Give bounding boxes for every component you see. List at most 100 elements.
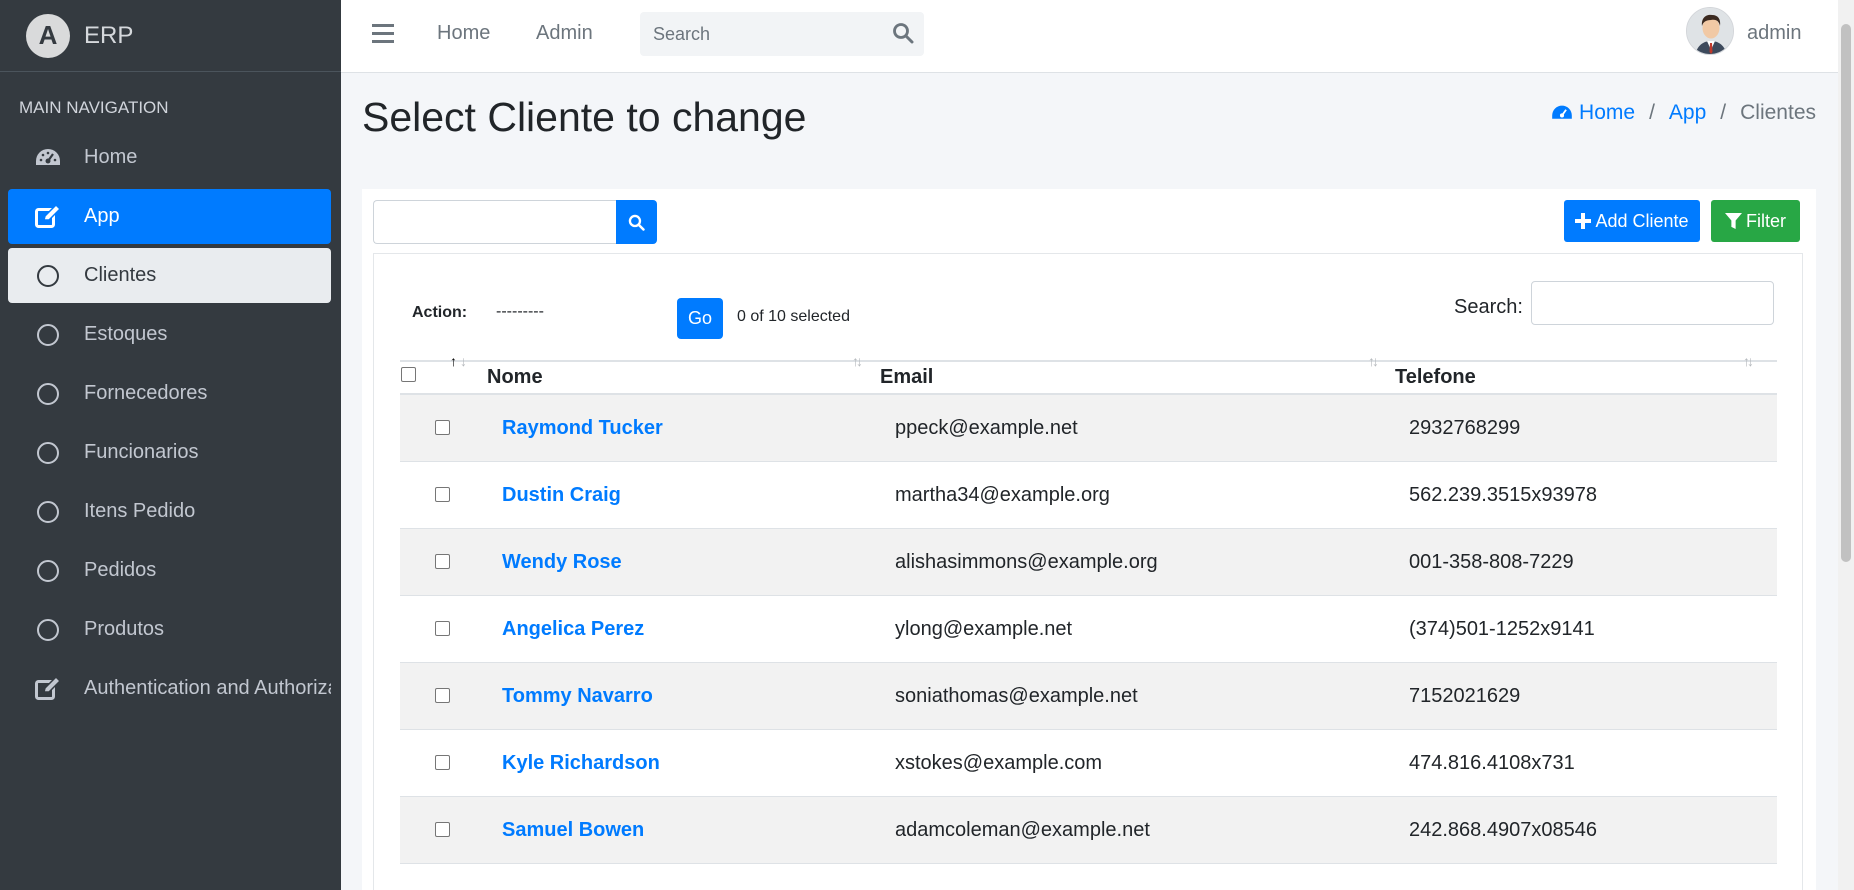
sort-icon[interactable]: ↑↓ bbox=[852, 353, 863, 369]
circle-icon bbox=[34, 616, 62, 644]
edit-icon bbox=[34, 675, 62, 703]
scrollbar-thumb[interactable] bbox=[1841, 24, 1851, 562]
sidebar-item-label: Pedidos bbox=[84, 559, 157, 581]
cliente-telefone: 2932768299 bbox=[1409, 417, 1521, 439]
sidebar-item-app[interactable]: App bbox=[8, 189, 331, 244]
breadcrumb-app[interactable]: App bbox=[1669, 101, 1706, 125]
cliente-email: martha34@example.org bbox=[895, 484, 1110, 506]
sidebar-item-label: Fornecedores bbox=[84, 382, 208, 404]
dashboard-icon bbox=[34, 144, 62, 172]
sidebar-item-fornecedores[interactable]: Fornecedores bbox=[8, 366, 331, 421]
select-all-checkbox[interactable] bbox=[401, 367, 416, 382]
row-checkbox[interactable] bbox=[435, 487, 450, 502]
cliente-email: adamcoleman@example.net bbox=[895, 819, 1150, 841]
table-search-input[interactable] bbox=[1531, 281, 1774, 325]
sidebar-item-auth[interactable]: Authentication and Authorization bbox=[8, 661, 331, 716]
filter-icon bbox=[1725, 212, 1742, 230]
table-row: Dustin Craig martha34@example.org 562.23… bbox=[400, 462, 1777, 529]
results-table: ↑ ↓ Nome ↑↓ Email ↑↓ Telefone ↑↓ Raymond… bbox=[400, 353, 1777, 864]
column-header-telefone[interactable]: Telefone bbox=[1395, 366, 1476, 389]
cliente-telefone: 562.239.3515x93978 bbox=[1409, 484, 1597, 506]
brand[interactable]: A ERP bbox=[0, 0, 341, 72]
sort-icon[interactable]: ↓ bbox=[460, 353, 467, 369]
row-checkbox[interactable] bbox=[435, 688, 450, 703]
search-icon bbox=[628, 214, 645, 231]
cliente-telefone: 001-358-808-7229 bbox=[1409, 551, 1574, 573]
brand-logo-letter: A bbox=[38, 20, 58, 50]
cliente-telefone: (374)501-1252x9141 bbox=[1409, 618, 1595, 640]
user-name[interactable]: admin bbox=[1747, 22, 1801, 45]
column-header-nome[interactable]: Nome bbox=[487, 366, 543, 389]
topnav-admin-link[interactable]: Admin bbox=[536, 22, 593, 45]
row-checkbox[interactable] bbox=[435, 822, 450, 837]
topnav-home-link[interactable]: Home bbox=[437, 22, 490, 45]
sidebar-item-itens-pedido[interactable]: Itens Pedido bbox=[8, 484, 331, 539]
plus-icon bbox=[1575, 213, 1592, 229]
sidebar-item-clientes[interactable]: Clientes bbox=[8, 248, 331, 303]
cliente-name-link[interactable]: Raymond Tucker bbox=[502, 417, 663, 440]
top-search bbox=[640, 12, 924, 56]
brand-logo: A bbox=[26, 13, 70, 58]
sort-asc-icon[interactable]: ↑ bbox=[450, 353, 457, 369]
nav-list: Home App Clientes Estoques Fornecedores … bbox=[0, 130, 341, 716]
table-row: Samuel Bowen adamcoleman@example.net 242… bbox=[400, 797, 1777, 864]
cliente-telefone: 7152021629 bbox=[1409, 685, 1521, 707]
add-cliente-button[interactable]: Add Cliente bbox=[1564, 200, 1700, 242]
cliente-name-link[interactable]: Kyle Richardson bbox=[502, 752, 660, 775]
cliente-name-link[interactable]: Wendy Rose bbox=[502, 551, 622, 574]
action-label: Action: bbox=[412, 304, 468, 321]
row-checkbox[interactable] bbox=[435, 755, 450, 770]
brand-name: ERP bbox=[84, 21, 134, 49]
cliente-telefone: 474.816.4108x731 bbox=[1409, 752, 1575, 774]
column-header-email[interactable]: Email bbox=[880, 366, 933, 389]
breadcrumb-home[interactable]: Home bbox=[1551, 101, 1635, 125]
circle-icon bbox=[34, 439, 62, 467]
cliente-name-link[interactable]: Tommy Navarro bbox=[502, 685, 653, 708]
sidebar-item-estoques[interactable]: Estoques bbox=[8, 307, 331, 362]
sidebar-item-produtos[interactable]: Produtos bbox=[8, 602, 331, 657]
cliente-name-link[interactable]: Dustin Craig bbox=[502, 484, 621, 507]
results-panel: Action: --------- Go 0 of 10 selected Se… bbox=[373, 253, 1803, 890]
row-checkbox[interactable] bbox=[435, 621, 450, 636]
changelist-search-input[interactable] bbox=[373, 200, 616, 244]
circle-icon bbox=[34, 557, 62, 585]
user-avatar[interactable] bbox=[1686, 7, 1734, 55]
top-search-input[interactable] bbox=[640, 23, 870, 45]
go-button[interactable]: Go bbox=[677, 298, 723, 339]
sort-icon[interactable]: ↑↓ bbox=[1368, 353, 1379, 369]
cliente-name-link[interactable]: Samuel Bowen bbox=[502, 819, 644, 842]
cliente-email: alishasimmons@example.org bbox=[895, 551, 1158, 573]
filter-label: Filter bbox=[1746, 210, 1786, 231]
row-checkbox[interactable] bbox=[435, 554, 450, 569]
sort-icon[interactable]: ↑↓ bbox=[1743, 353, 1754, 369]
row-checkbox[interactable] bbox=[435, 420, 450, 435]
sidebar-item-home[interactable]: Home bbox=[8, 130, 331, 185]
sidebar-item-funcionarios[interactable]: Funcionarios bbox=[8, 425, 331, 480]
sidebar-item-pedidos[interactable]: Pedidos bbox=[8, 543, 331, 598]
changelist-search-button[interactable] bbox=[616, 200, 657, 244]
page-scrollbar[interactable] bbox=[1838, 0, 1854, 890]
circle-icon bbox=[34, 262, 62, 290]
edit-icon bbox=[34, 203, 62, 231]
sidebar-item-label: Home bbox=[84, 146, 138, 168]
menu-toggle-icon[interactable] bbox=[372, 24, 394, 44]
sidebar-item-label: Authentication and Authorization bbox=[84, 677, 331, 699]
action-select[interactable]: --------- bbox=[484, 294, 704, 330]
table-row: Raymond Tucker ppeck@example.net 2932768… bbox=[400, 395, 1777, 462]
table-row: Angelica Perez ylong@example.net (374)50… bbox=[400, 596, 1777, 663]
topbar: Home Admin admin bbox=[341, 0, 1854, 73]
breadcrumb-separator: / bbox=[1649, 101, 1655, 124]
cliente-name-link[interactable]: Angelica Perez bbox=[502, 618, 644, 641]
breadcrumb-home-label: Home bbox=[1579, 101, 1636, 124]
breadcrumb-separator: / bbox=[1720, 101, 1727, 124]
table-row: Tommy Navarro soniathomas@example.net 71… bbox=[400, 663, 1777, 730]
action-select-value: --------- bbox=[496, 303, 544, 320]
search-icon[interactable] bbox=[892, 22, 916, 46]
cliente-email: soniathomas@example.net bbox=[895, 685, 1138, 707]
sidebar-item-label: Estoques bbox=[84, 323, 168, 345]
filter-button[interactable]: Filter bbox=[1711, 200, 1800, 242]
selected-count: 0 of 10 selected bbox=[737, 308, 850, 325]
table-row: Wendy Rose alishasimmons@example.org 001… bbox=[400, 529, 1777, 596]
add-cliente-label: Add Cliente bbox=[1595, 210, 1689, 231]
sidebar-item-label: Funcionarios bbox=[84, 441, 199, 463]
